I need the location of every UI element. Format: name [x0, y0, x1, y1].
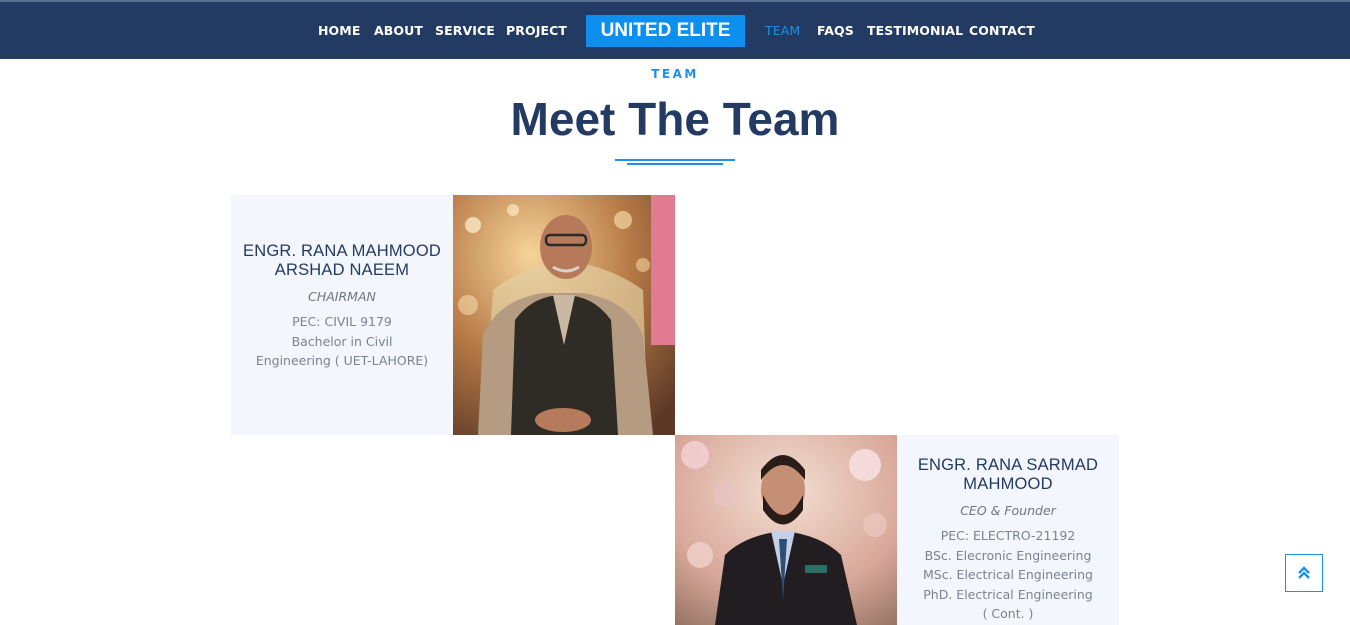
nav-link-testimonial[interactable]: TESTIMONIAL — [867, 23, 963, 38]
title-divider-inner — [627, 163, 723, 165]
member-role: CHAIRMAN — [308, 289, 376, 304]
member-photo — [675, 435, 897, 625]
nav-link-team[interactable]: TEAM — [765, 23, 800, 38]
double-chevron-up-icon — [1298, 566, 1310, 579]
member-name: ENGR. RANA SARMAD MAHMOOD — [917, 456, 1099, 493]
member-details: PEC: CIVIL 9179 Bachelor in Civil Engine… — [255, 314, 429, 368]
nav-link-project[interactable]: PROJECT — [506, 23, 567, 38]
brand-logo[interactable]: UNITED ELITE — [586, 15, 745, 47]
nav-link-home[interactable]: HOME — [318, 23, 360, 38]
nav-link-faqs[interactable]: FAQS — [817, 23, 854, 38]
member-photo-image — [453, 195, 675, 435]
section-title: Meet The Team — [510, 93, 840, 145]
member-details: PEC: ELECTRO-21192 BSc. Elecronic Engine… — [923, 528, 1093, 621]
member-photo — [453, 195, 675, 435]
title-divider — [615, 159, 735, 161]
member-name: ENGR. RANA MAHMOOD ARSHAD NAEEM — [243, 242, 441, 279]
section-eyebrow: TEAM — [651, 67, 699, 81]
team-card-info: ENGR. RANA SARMAD MAHMOOD CEO & Founder … — [897, 435, 1119, 625]
top-navbar: HOME ABOUT SERVICE PROJECT UNITED ELITE … — [0, 0, 1350, 59]
scroll-to-top-button[interactable] — [1285, 554, 1323, 592]
member-photo-image — [675, 435, 897, 625]
nav-link-service[interactable]: SERVICE — [435, 23, 495, 38]
member-role: CEO & Founder — [960, 503, 1056, 518]
team-card-info: ENGR. RANA MAHMOOD ARSHAD NAEEM CHAIRMAN… — [231, 195, 453, 435]
nav-link-contact[interactable]: CONTACT — [969, 23, 1035, 38]
nav-link-about[interactable]: ABOUT — [374, 23, 423, 38]
